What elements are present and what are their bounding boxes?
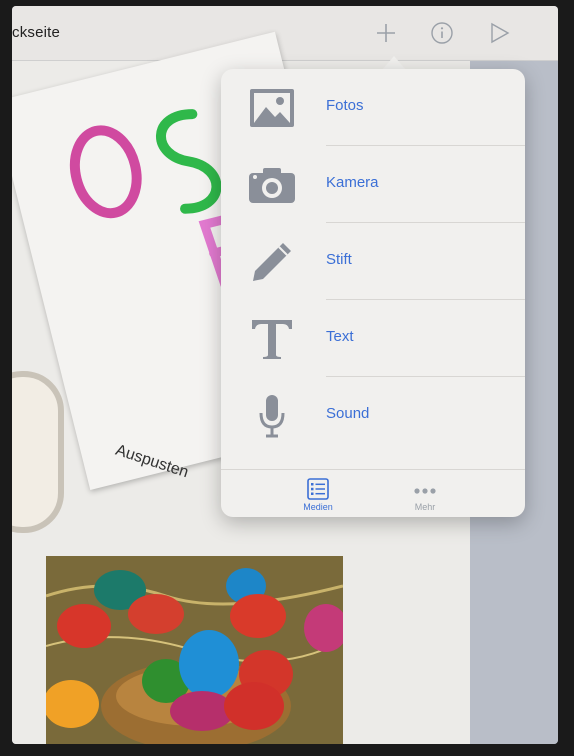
pencil-icon — [247, 239, 297, 285]
tab-label: Medien — [303, 502, 333, 512]
menu-item-label: Kamera — [326, 174, 379, 191]
app-screen: ckseite Auspusten Fotos Kamera Stift Tex… — [12, 6, 558, 744]
popover-tab-bar: Medien Mehr — [221, 469, 525, 518]
menu-item-label: Fotos — [326, 97, 364, 114]
menu-item-kamera[interactable]: Kamera — [221, 146, 525, 223]
photo-icon — [247, 85, 297, 131]
menu-item-label: Text — [326, 328, 354, 345]
top-toolbar: ckseite — [12, 6, 558, 61]
text-icon — [247, 316, 297, 362]
menu-item-text[interactable]: Text — [221, 300, 525, 377]
play-icon — [491, 22, 510, 44]
eggs-basket-image — [46, 556, 343, 744]
play-button[interactable] — [484, 18, 514, 48]
info-icon — [431, 22, 453, 44]
tab-label: Mehr — [414, 502, 436, 512]
bowl-image — [12, 371, 64, 533]
add-button[interactable] — [371, 18, 401, 48]
popover-arrow — [382, 56, 406, 70]
tab-medien[interactable]: Medien — [278, 476, 358, 516]
menu-item-sound[interactable]: Sound — [221, 377, 525, 454]
list-icon — [307, 478, 329, 500]
page-title: ckseite — [12, 24, 61, 41]
menu-item-label: Stift — [326, 251, 352, 268]
menu-item-fotos[interactable]: Fotos — [221, 69, 525, 146]
plus-icon — [377, 24, 395, 42]
menu-item-label: Sound — [326, 405, 370, 422]
easter-eggs-photo[interactable] — [46, 556, 343, 744]
add-media-popover: Fotos Kamera Stift Text Sound Medien Meh… — [221, 69, 525, 517]
camera-icon — [247, 162, 297, 208]
more-dots-icon — [414, 488, 436, 494]
tab-mehr[interactable]: Mehr — [385, 476, 465, 516]
info-button[interactable] — [427, 18, 457, 48]
menu-item-stift[interactable]: Stift — [221, 223, 525, 300]
microphone-icon — [247, 393, 297, 439]
